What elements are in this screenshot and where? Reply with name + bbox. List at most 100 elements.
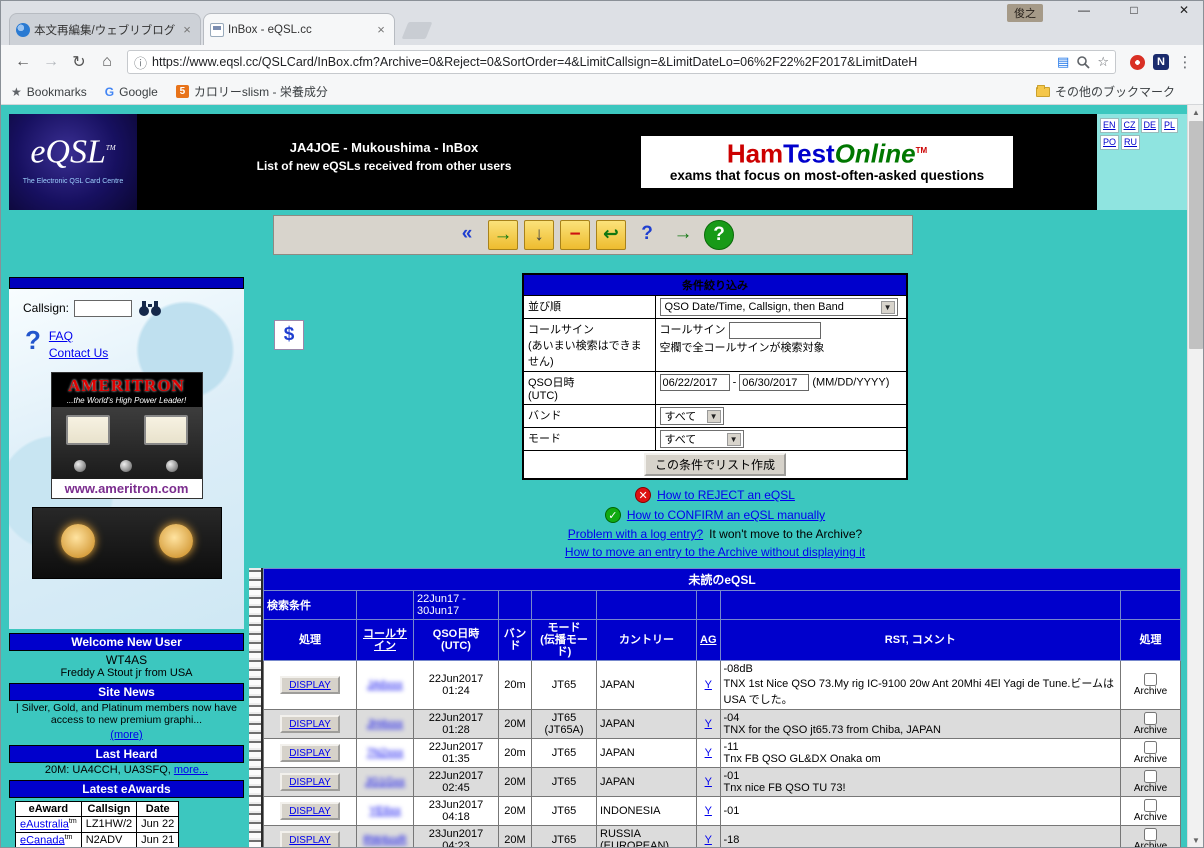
archive-checkbox[interactable] — [1144, 828, 1157, 841]
binoculars-icon[interactable] — [137, 299, 163, 317]
scrollbar-thumb[interactable] — [1189, 121, 1203, 349]
column-header-datetime: QSO日時 (UTC) — [413, 619, 499, 661]
tab-eqsl-inbox[interactable]: InBox - eQSL.cc × — [203, 13, 395, 45]
sort-order-select[interactable]: QSO Date/Time, Callsign, then Band ▼ — [659, 298, 898, 316]
callsign-search-input[interactable] — [74, 299, 133, 317]
move-to-archive-help-link[interactable]: How to move an entry to the Archive with… — [565, 545, 865, 559]
qso-datetime: 22Jun2017 02:45 — [413, 767, 499, 797]
ag-link[interactable]: Y — [705, 834, 712, 846]
create-list-button[interactable]: この条件でリスト作成 — [643, 453, 786, 476]
new-tab-button[interactable] — [401, 22, 433, 39]
eqsl-logo[interactable]: eQSLTM The Electronic QSL Card Centre — [9, 114, 137, 210]
toolbar-icon[interactable]: ? — [704, 220, 734, 250]
browser-menu-icon[interactable]: ⋮ — [1175, 53, 1195, 71]
callsign-link[interactable]: 7N2xxx — [367, 747, 404, 759]
eaward-link[interactable]: eAustralia — [20, 819, 69, 831]
browser-extension-icon[interactable] — [1130, 54, 1145, 70]
home-button[interactable]: ⌂ — [93, 53, 121, 71]
scroll-down-arrow[interactable]: ▼ — [1188, 833, 1203, 847]
eaward-date: Jun 22 — [136, 816, 180, 833]
ag-link[interactable]: Y — [705, 776, 712, 788]
ag-link[interactable]: Y — [705, 805, 712, 817]
welcome-name: Freddy A Stout jr from USA — [60, 667, 193, 679]
mode-select[interactable]: すべて ▼ — [659, 430, 744, 448]
callsign-link[interactable]: RW4xxR — [363, 834, 406, 846]
column-header-ag-link[interactable]: AG — [700, 634, 717, 646]
minimize-button[interactable]: — — [1073, 3, 1095, 17]
how-to-confirm-link[interactable]: How to CONFIRM an eQSL manually — [627, 508, 825, 522]
bookmark-item-google[interactable]: G Google — [105, 85, 158, 99]
toolbar-icon[interactable]: ↓ — [524, 220, 554, 250]
display-button[interactable]: DISPLAY — [280, 802, 340, 820]
ag-link[interactable]: Y — [705, 718, 712, 730]
language-link[interactable]: CZ — [1120, 118, 1139, 133]
scroll-up-arrow[interactable]: ▲ — [1188, 105, 1203, 121]
display-button[interactable]: DISPLAY — [280, 744, 340, 762]
language-link[interactable]: PO — [1100, 135, 1120, 150]
callsign-filter-input[interactable] — [728, 321, 821, 339]
callsign-link[interactable]: JG1Gxx — [365, 776, 405, 788]
last-heard-text: 20M: UA4CCH, UA3SFQ, — [44, 764, 171, 776]
archive-checkbox[interactable] — [1144, 673, 1157, 686]
callsign-link[interactable]: YE6xx — [369, 805, 401, 817]
callsign-link[interactable]: JH4xxx — [367, 718, 403, 730]
date-from-input[interactable] — [659, 374, 730, 391]
confirm-check-icon: ✓ — [604, 507, 621, 523]
back-button[interactable]: ← — [9, 53, 37, 71]
bookmark-item-bookmarks[interactable]: ★ Bookmarks — [11, 85, 87, 99]
refresh-button[interactable]: ↻ — [65, 52, 93, 72]
language-link[interactable]: DE — [1140, 118, 1160, 133]
contact-us-link[interactable]: Contact Us — [49, 346, 108, 360]
archive-checkbox[interactable] — [1144, 741, 1157, 754]
close-button[interactable]: ✕ — [1173, 3, 1195, 17]
toolbar-icon[interactable]: ↩ — [596, 220, 626, 250]
address-bar[interactable]: ⓘ https://www.eqsl.cc/QSLCard/InBox.cfm?… — [127, 50, 1116, 74]
ameritron-url[interactable]: www.ameritron.com — [51, 479, 202, 498]
last-heard-more-link[interactable]: more... — [174, 764, 208, 776]
problem-log-entry-link[interactable]: Problem with a log entry? — [568, 527, 703, 541]
callsign-link[interactable]: JA6xxx — [367, 679, 402, 691]
ag-link[interactable]: Y — [705, 679, 712, 691]
eaward-link[interactable]: eCanada — [20, 834, 65, 846]
hamtestonline-ad[interactable]: HamTestOnlineTM exams that focus on most… — [641, 136, 1013, 188]
zoom-icon[interactable] — [1076, 55, 1090, 69]
site-news-more-link[interactable]: (more) — [110, 729, 142, 741]
archive-checkbox[interactable] — [1144, 712, 1157, 725]
toolbar-icon[interactable]: → — [668, 220, 698, 250]
archive-checkbox[interactable] — [1144, 799, 1157, 812]
display-button[interactable]: DISPLAY — [280, 773, 340, 791]
tab-blog[interactable]: 本文再編集/ウェブリブログ × — [9, 13, 201, 45]
archive-checkbox[interactable] — [1144, 770, 1157, 783]
tab-close-icon[interactable]: × — [180, 22, 194, 37]
faq-link[interactable]: FAQ — [49, 329, 108, 343]
ag-link[interactable]: Y — [705, 747, 712, 759]
how-to-reject-link[interactable]: How to REJECT an eQSL — [657, 488, 795, 502]
vertical-scrollbar[interactable]: ▲ ▼ — [1187, 105, 1203, 847]
language-link[interactable]: EN — [1100, 118, 1119, 133]
toolbar-icon[interactable]: − — [560, 220, 590, 250]
eawards-table: eAward Callsign Date eAustraliatm LZ1HW/… — [15, 801, 180, 847]
tab-close-icon[interactable]: × — [374, 22, 388, 37]
language-link[interactable]: RU — [1121, 135, 1141, 150]
page-info-icon[interactable]: ⓘ — [134, 53, 147, 72]
maximize-button[interactable]: □ — [1123, 3, 1145, 17]
band-select[interactable]: すべて ▼ — [659, 407, 724, 425]
toolbar-icon[interactable]: « — [452, 220, 482, 250]
column-header-callsign-link[interactable]: コールサイン — [363, 628, 407, 652]
sidebar-top-bar — [9, 277, 244, 289]
other-bookmarks-button[interactable]: その他のブックマーク — [1035, 83, 1175, 100]
display-button[interactable]: DISPLAY — [280, 676, 340, 694]
profile-badge[interactable]: 俊之 — [1007, 4, 1043, 22]
bookmark-item-slism[interactable]: 5 カロリーslism - 栄養成分 — [175, 83, 328, 100]
toolbar-icon[interactable]: → — [488, 220, 518, 250]
display-button[interactable]: DISPLAY — [280, 831, 340, 847]
browser-extension-n-icon[interactable]: N — [1153, 54, 1169, 70]
forward-button[interactable]: → — [37, 53, 65, 71]
page-action-icon[interactable]: ▤ — [1057, 54, 1069, 70]
ameritron-ad[interactable]: AMERITRON ...the World's High Power Lead… — [50, 372, 203, 499]
bookmark-star-icon[interactable]: ☆ — [1097, 54, 1109, 70]
toolbar-icon[interactable]: ? — [632, 220, 662, 250]
display-button[interactable]: DISPLAY — [280, 715, 340, 733]
date-to-input[interactable] — [739, 374, 810, 391]
language-link[interactable]: PL — [1161, 118, 1179, 133]
